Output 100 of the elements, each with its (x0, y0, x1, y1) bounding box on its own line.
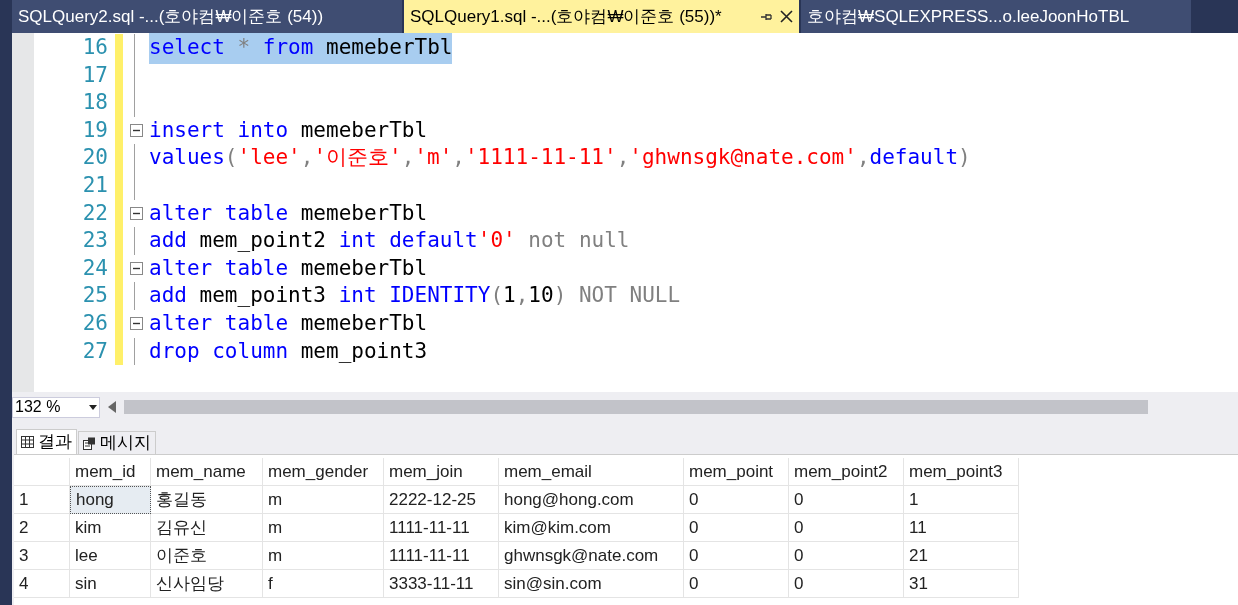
table-cell[interactable]: sin@sin.com (499, 570, 684, 598)
grid-icon (21, 436, 34, 448)
line-number: 19 (81, 116, 108, 144)
table-cell[interactable]: 0 (789, 486, 904, 514)
column-header[interactable]: mem_point3 (904, 458, 1019, 486)
table-cell[interactable]: 1 (904, 486, 1019, 514)
table-cell[interactable]: 1111-11-11 (384, 542, 499, 570)
scroll-left-icon[interactable] (108, 401, 116, 413)
table-cell[interactable]: 31 (904, 570, 1019, 598)
table-cell[interactable]: 0 (789, 570, 904, 598)
code-token: ) NOT NULL (553, 282, 681, 310)
table-cell[interactable]: 21 (904, 542, 1019, 570)
fold-guide (133, 227, 135, 255)
table-cell[interactable]: 11 (904, 514, 1019, 542)
code-token: memeberTbl (299, 199, 428, 227)
line-number: 22 (81, 199, 108, 227)
table-cell[interactable]: ghwnsgk@nate.com (499, 542, 684, 570)
code-token: memeberTbl (299, 116, 428, 144)
code-token: insert into (149, 116, 289, 144)
collapse-icon[interactable] (129, 262, 143, 276)
table-cell[interactable]: 0 (684, 514, 789, 542)
code-token: 'm' (414, 144, 453, 172)
results-tab[interactable]: 메시지 (78, 431, 156, 454)
column-header[interactable]: mem_point2 (789, 458, 904, 486)
code-token: , (401, 144, 415, 172)
code-token: alter table (149, 199, 289, 227)
code-token: memeberTbl (299, 254, 428, 282)
code-token: ( (224, 144, 238, 172)
table-cell[interactable]: 0 (684, 570, 789, 598)
table-cell[interactable]: m (263, 514, 384, 542)
document-tab[interactable]: SQLQuery2.sql -...(호야컴₩이준호 (54)) (12, 0, 402, 33)
code-token: ) (958, 144, 971, 172)
document-tab[interactable]: 호야컴₩SQLEXPRESS...o.leeJoonHoTBL (801, 0, 1191, 33)
code-token: 10 (528, 282, 554, 310)
document-tab[interactable]: SQLQuery1.sql -...(호야컴₩이준호 (55))* (404, 0, 799, 33)
code-token: add (149, 282, 187, 310)
document-icon (83, 436, 96, 450)
results-tab[interactable]: 결과 (16, 429, 77, 454)
code-token: add (149, 227, 187, 255)
code-token: , (452, 144, 465, 172)
column-header[interactable]: mem_name (151, 458, 263, 486)
table-cell[interactable]: 0 (789, 542, 904, 570)
code-token: mem_point3 (198, 282, 327, 310)
code-token: not null (527, 227, 630, 255)
row-number: 3 (14, 542, 70, 570)
line-number: 23 (81, 227, 108, 255)
caret-icon (89, 404, 97, 410)
table-cell[interactable]: sin (70, 570, 151, 598)
horizontal-scrollbar[interactable] (124, 400, 1148, 414)
table-cell[interactable]: 2222-12-25 (384, 486, 499, 514)
code-token: mem_point2 (198, 227, 327, 255)
line-number: 16 (81, 34, 108, 62)
table-cell[interactable]: 신사임당 (151, 570, 263, 598)
collapse-icon[interactable] (129, 317, 143, 331)
line-number: 27 (81, 337, 108, 365)
code-token: mem_point3 (299, 337, 428, 365)
column-header[interactable]: mem_point (684, 458, 789, 486)
close-icon[interactable] (780, 10, 793, 23)
code-token: 1 (503, 282, 516, 310)
table-cell[interactable]: kim (70, 514, 151, 542)
table-cell[interactable]: 이준호 (151, 542, 263, 570)
row-number: 4 (14, 570, 70, 598)
table-cell[interactable]: hong@hong.com (499, 486, 684, 514)
fold-guide (133, 337, 135, 366)
table-cell[interactable]: 0 (684, 542, 789, 570)
code-token: * (224, 33, 263, 64)
table-cell[interactable]: m (263, 542, 384, 570)
code-token: ( (490, 282, 504, 310)
table-cell[interactable]: f (263, 570, 384, 598)
code-token: select (149, 33, 225, 64)
table-cell[interactable]: 1111-11-11 (384, 514, 499, 542)
table-cell[interactable]: hong (70, 486, 151, 514)
collapse-icon[interactable] (129, 206, 143, 220)
line-number: 24 (81, 254, 108, 282)
line-number: 26 (81, 310, 108, 337)
line-number: 25 (81, 282, 108, 310)
code-token: memeberTbl (313, 33, 453, 64)
code-token: '1111-11-11' (464, 144, 617, 172)
code-token: , (616, 144, 630, 172)
line-number: 17 (81, 61, 108, 89)
collapse-icon[interactable] (129, 124, 143, 138)
table-cell[interactable]: 김유신 (151, 514, 263, 542)
code-token: 'ghwnsgk@nate.com' (629, 144, 857, 172)
column-header[interactable]: mem_join (384, 458, 499, 486)
table-cell[interactable]: 0 (684, 486, 789, 514)
code-token: alter table (149, 254, 289, 282)
column-header[interactable]: mem_email (499, 458, 684, 486)
table-cell[interactable]: m (263, 486, 384, 514)
code-token: drop column (149, 337, 289, 365)
line-number: 21 (81, 172, 108, 199)
column-header[interactable]: mem_gender (263, 458, 384, 486)
table-cell[interactable]: 0 (789, 514, 904, 542)
table-cell[interactable]: lee (70, 542, 151, 570)
zoom-dropdown[interactable]: 132 % (12, 396, 100, 418)
code-token: , (856, 144, 870, 172)
code-token: int IDENTITY (338, 282, 491, 310)
code-token: default (869, 144, 959, 172)
table-cell[interactable]: 홍길동 (151, 486, 263, 514)
table-cell[interactable]: 3333-11-11 (384, 570, 499, 598)
table-cell[interactable]: kim@kim.com (499, 514, 684, 542)
